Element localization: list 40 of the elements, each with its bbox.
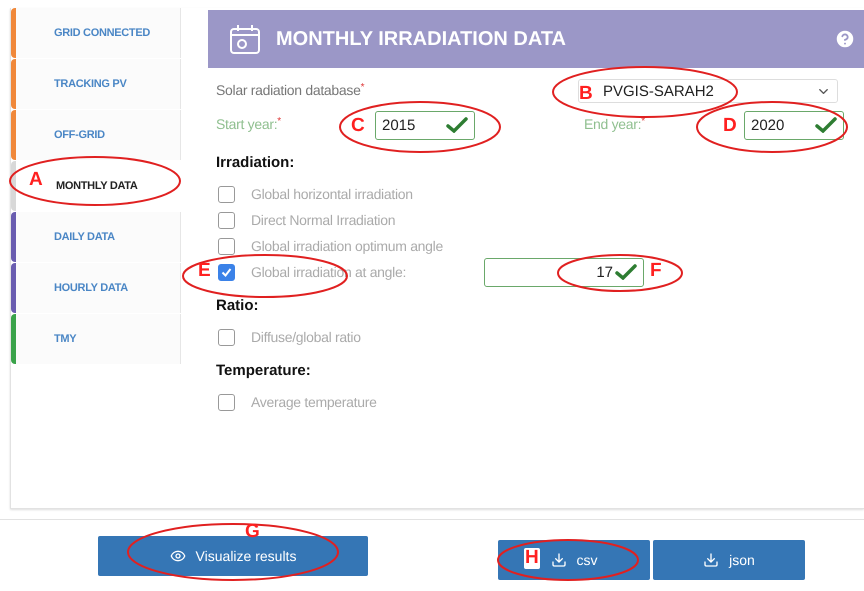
- panel-title: MONTHLY IRRADIATION DATA: [276, 28, 567, 50]
- checkbox[interactable]: [218, 238, 235, 254]
- eye-icon: [170, 548, 186, 564]
- help-icon[interactable]: [834, 28, 856, 50]
- sidebar-tab[interactable]: GRID CONNECTED: [11, 8, 181, 58]
- download-button[interactable]: json: [653, 540, 805, 580]
- option-label: Direct Normal Irradiation: [251, 212, 396, 228]
- checkbox[interactable]: [218, 328, 235, 346]
- angle-field[interactable]: 17: [484, 258, 644, 286]
- sidebar-tab[interactable]: OFF-GRID: [11, 110, 181, 160]
- section-heading: Ratio:: [216, 297, 260, 314]
- annotation-letter: A: [28, 170, 44, 191]
- section-heading: Temperature:: [216, 362, 312, 379]
- annotation-letter: F: [649, 261, 663, 282]
- download-icon: [550, 552, 566, 568]
- field-label: Start year:*: [216, 116, 281, 132]
- end-year-field[interactable]: 2020: [744, 110, 844, 140]
- sidebar-tab[interactable]: DAILY DATA: [11, 212, 181, 262]
- option-label: Average temperature: [251, 394, 378, 410]
- annotation-letter: E: [197, 261, 212, 282]
- option-label: Global horizontal irradiation: [251, 186, 414, 202]
- checkbox[interactable]: [218, 264, 235, 280]
- option-label: Global irradiation optimum angle: [251, 238, 444, 254]
- sidebar-tab[interactable]: HOURLY DATA: [11, 263, 181, 313]
- annotation-letter: D: [722, 116, 738, 137]
- option-label: Diffuse/global ratio: [251, 329, 362, 345]
- start-year-field[interactable]: 2015: [375, 110, 475, 140]
- calendar-icon: [228, 22, 262, 56]
- checkmark-icon: [221, 266, 232, 278]
- annotation-letter: C: [350, 116, 366, 137]
- checkbox[interactable]: [218, 186, 235, 202]
- sidebar-tab[interactable]: TMY: [11, 314, 181, 364]
- annotation-letter: H: [524, 548, 540, 569]
- section-heading: Irradiation:: [216, 154, 296, 171]
- checkbox[interactable]: [218, 394, 235, 410]
- annotation-letter: B: [578, 84, 594, 105]
- sidebar-tab[interactable]: TRACKING PV: [11, 59, 181, 109]
- checkbox[interactable]: [218, 212, 235, 228]
- download-icon: [703, 552, 720, 568]
- field-label: Solar radiation database*: [216, 82, 364, 98]
